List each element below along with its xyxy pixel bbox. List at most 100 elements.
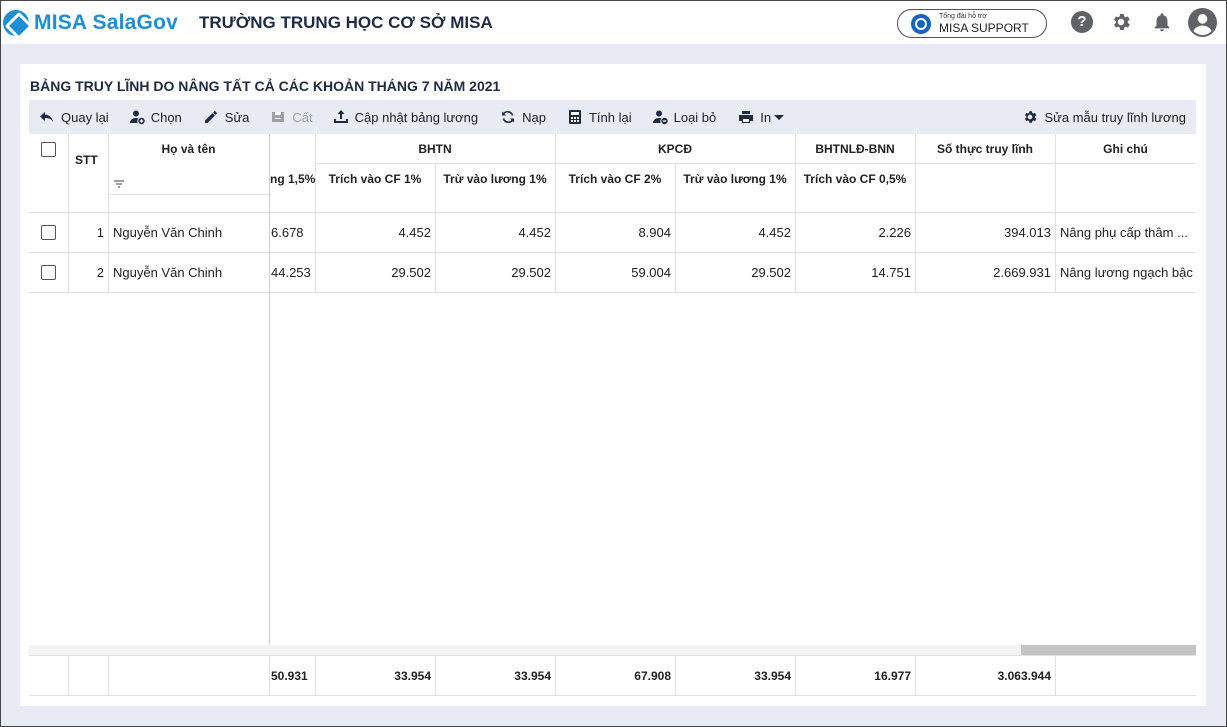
- row-bhtn-cf: 4.452: [398, 225, 431, 240]
- row-note: Nâng phụ cấp thâm ...: [1060, 225, 1188, 240]
- row-stt: 2: [96, 265, 104, 280]
- edit-template-label: Sửa mẫu truy lĩnh lương: [1044, 109, 1186, 125]
- reload-label: Nạp: [522, 109, 546, 125]
- header-note: Ghi chú: [1103, 142, 1148, 156]
- total-bhtn-salary: 33.954: [514, 668, 551, 683]
- upload-tray-icon: [333, 110, 348, 123]
- back-label: Quay lại: [61, 109, 109, 125]
- recalculate-button[interactable]: Tính lại: [567, 100, 632, 134]
- header-name[interactable]: Họ và tên: [108, 142, 269, 156]
- update-payroll-button[interactable]: Cập nhật bảng lương: [333, 100, 478, 134]
- brand-logo[interactable]: MISA SalaGov: [3, 9, 178, 36]
- row-kpcd-cf: 59.004: [631, 265, 671, 280]
- edit-label: Sửa: [224, 109, 250, 125]
- row-stt: 1: [96, 225, 104, 240]
- help-icon[interactable]: ?: [1071, 11, 1093, 33]
- header-kpcd-cf: Trích vào CF 2%: [568, 172, 662, 186]
- header-kpcd-salary: Trừ vào lương 1%: [683, 172, 787, 186]
- header-kpcd-group: KPCĐ: [657, 142, 692, 156]
- add-person-icon: [129, 110, 145, 125]
- update-payroll-label: Cập nhật bảng lương: [354, 109, 479, 125]
- printer-icon: [739, 111, 754, 123]
- app-header: MISA SalaGov TRƯỜNG TRUNG HỌC CƠ SỞ MISA…: [1, 1, 1226, 44]
- settings-gear-small-icon: [1025, 111, 1037, 123]
- back-button[interactable]: Quay lại: [39, 100, 109, 134]
- organization-name: TRƯỜNG TRUNG HỌC CƠ SỞ MISA: [199, 12, 493, 32]
- total-kpcd-cf: 67.908: [634, 668, 671, 683]
- save-box-icon: [272, 112, 285, 122]
- row-employee-name[interactable]: Nguyễn Văn Chinh: [113, 213, 269, 252]
- col-divider: [1055, 134, 1056, 292]
- row-bhtn-salary: 4.452: [518, 225, 551, 240]
- row-employee-name[interactable]: Nguyễn Văn Chinh: [113, 253, 269, 292]
- choose-button[interactable]: Chọn: [129, 100, 182, 134]
- settings-gear-icon[interactable]: [1110, 11, 1132, 33]
- header-partial-column: ng 1,5%: [270, 172, 316, 186]
- caret-down-icon: [774, 115, 785, 120]
- recalculate-label: Tính lại: [588, 109, 632, 125]
- row-kpcd-salary: 29.502: [751, 265, 791, 280]
- total-bhtnld-cf: 16.977: [874, 668, 911, 683]
- row-partial-value: 6.678: [271, 225, 304, 240]
- total-partial: 50.931: [271, 668, 308, 683]
- row-partial-value: 44.253: [271, 265, 311, 280]
- back-arrow-icon: [40, 112, 53, 122]
- row-bhtnld-cf: 14.751: [871, 265, 911, 280]
- total-bhtn-cf: 33.954: [394, 668, 431, 683]
- pencil-icon: [204, 111, 217, 123]
- print-label: In: [760, 109, 772, 125]
- footer-col-divider: [269, 655, 270, 695]
- support-label: MISA SUPPORT: [939, 21, 1029, 35]
- main-panel: BẢNG TRUY LĨNH DO NÂNG TẤT CẢ CÁC KHOẢN …: [20, 64, 1206, 706]
- row-bhtn-cf: 29.502: [391, 265, 431, 280]
- row-checkbox[interactable]: [41, 225, 56, 240]
- choose-label: Chọn: [150, 109, 182, 125]
- row-checkbox[interactable]: [41, 265, 56, 280]
- header-group-divider: [315, 163, 1196, 164]
- user-avatar-icon[interactable]: [1188, 8, 1217, 37]
- filter-icon[interactable]: [113, 178, 125, 190]
- phone-support-icon: [911, 13, 931, 34]
- header-bhtn-salary: Trừ vào lương 1%: [443, 172, 547, 186]
- salagov-logo-icon: [3, 9, 29, 36]
- row-kpcd-salary: 4.452: [758, 225, 791, 240]
- row-kpcd-cf: 8.904: [638, 225, 671, 240]
- reload-button[interactable]: Nạp: [500, 100, 546, 134]
- remove-person-icon: [652, 110, 668, 125]
- total-kpcd-salary: 33.954: [754, 668, 791, 683]
- brand-name: MISA SalaGov: [34, 10, 178, 34]
- row-bhtnld-cf: 2.226: [878, 225, 911, 240]
- save-label: Cất: [292, 109, 313, 125]
- footer-bottom-line: [29, 695, 1196, 696]
- horizontal-scrollbar-thumb[interactable]: [1021, 645, 1196, 655]
- row-net-amount: 394.013: [1004, 225, 1051, 240]
- footer-col-divider: [108, 655, 109, 695]
- frozen-col-divider: [269, 134, 270, 644]
- col-divider: [108, 134, 109, 292]
- edit-template-button[interactable]: Sửa mẫu truy lĩnh lương: [1022, 100, 1186, 134]
- edit-button[interactable]: Sửa: [203, 100, 250, 134]
- save-button[interactable]: Cất: [270, 100, 313, 134]
- data-grid: STT Họ và tên ng 1,5% BHTN Trích vào CF …: [29, 134, 1196, 696]
- header-bhtn-cf: Trích vào CF 1%: [328, 172, 422, 186]
- refresh-icon: [502, 110, 515, 124]
- remove-button[interactable]: Loại bỏ: [652, 100, 717, 134]
- toolbar: Quay lại Chọn Sửa Cất Cập nhật bảng lươn…: [29, 100, 1196, 134]
- header-bhtnld-cf: Trích vào CF 0,5%: [803, 172, 907, 186]
- select-all-checkbox[interactable]: [41, 142, 56, 157]
- notification-bell-icon[interactable]: [1151, 11, 1173, 33]
- filter-row-divider: [108, 194, 269, 195]
- page-title: BẢNG TRUY LĨNH DO NÂNG TẤT CẢ CÁC KHOẢN …: [30, 78, 501, 94]
- header-bhtnld-group: BHTNLĐ-BNN: [815, 142, 895, 156]
- row-note: Nâng lương ngạch bậc: [1060, 265, 1193, 280]
- remove-label: Loại bỏ: [673, 109, 717, 125]
- header-stt: STT: [75, 153, 98, 167]
- footer-col-divider: [68, 655, 69, 695]
- calculator-icon: [568, 110, 581, 124]
- print-button[interactable]: In: [738, 100, 785, 134]
- total-net-amount: 3.063.944: [997, 668, 1051, 683]
- footer-col-divider: [1055, 655, 1056, 695]
- support-button[interactable]: Tổng đài hỗ trợ MISA SUPPORT: [897, 9, 1047, 38]
- support-caption: Tổng đài hỗ trợ: [939, 13, 987, 20]
- row-bhtn-salary: 29.502: [511, 265, 551, 280]
